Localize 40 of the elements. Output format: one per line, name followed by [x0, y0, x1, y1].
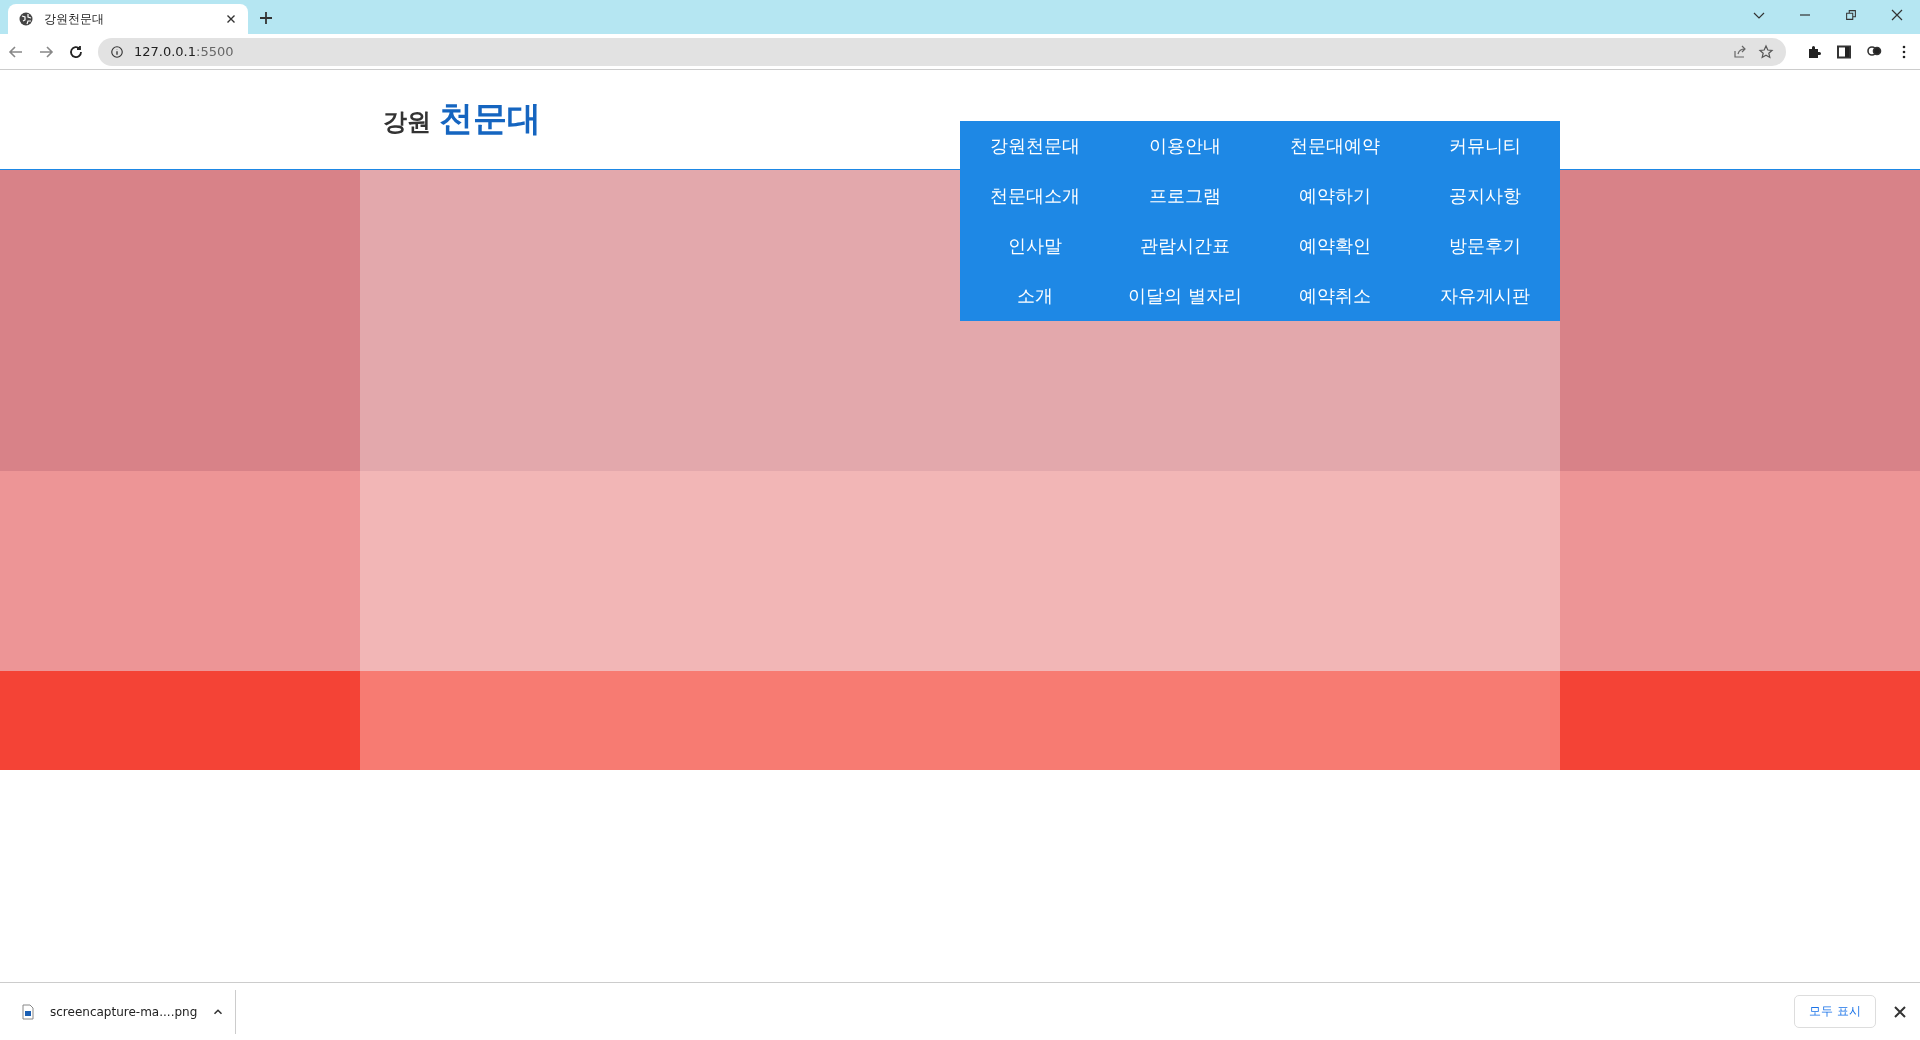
download-item[interactable]: screencapture-ma....png — [20, 1003, 235, 1020]
forward-arrow-icon[interactable] — [38, 43, 54, 60]
submenu-item[interactable]: 공지사항 — [1410, 171, 1560, 221]
new-tab-button[interactable] — [258, 10, 274, 26]
menu-item[interactable]: 강원천문대 — [960, 121, 1110, 171]
submenu-item[interactable]: 방문후기 — [1410, 221, 1560, 271]
close-download-bar-button[interactable] — [1892, 1003, 1908, 1020]
submenu-item[interactable]: 프로그램 — [1110, 171, 1260, 221]
menu-item[interactable]: 천문대예약 — [1260, 121, 1410, 171]
url-text: 127.0.0.1:5500 — [134, 44, 234, 59]
star-icon[interactable] — [1758, 43, 1774, 60]
image-file-icon — [20, 1003, 36, 1020]
menu-item[interactable]: 커뮤니티 — [1410, 121, 1560, 171]
share-icon[interactable] — [1732, 43, 1748, 60]
submenu-item[interactable]: 관람시간표 — [1110, 221, 1260, 271]
restore-icon[interactable] — [1844, 8, 1858, 22]
download-filename: screencapture-ma....png — [50, 1004, 198, 1019]
site-logo[interactable]: 강원 천문대 — [383, 96, 541, 142]
tab-title: 강원천문대 — [44, 10, 105, 28]
menu-item[interactable]: 이용안내 — [1110, 121, 1260, 171]
submenu-item[interactable]: 예약취소 — [1260, 271, 1410, 321]
globe-icon — [18, 11, 34, 27]
submenu-item[interactable]: 천문대소개 — [960, 171, 1110, 221]
close-icon[interactable] — [1889, 7, 1905, 23]
submenu-item[interactable]: 예약하기 — [1260, 171, 1410, 221]
submenu-item[interactable]: 이달의 별자리 — [1110, 271, 1260, 321]
reload-icon[interactable] — [68, 43, 84, 60]
sidebar-icon[interactable] — [1836, 43, 1852, 60]
close-icon — [1892, 1003, 1908, 1020]
submenu-item[interactable]: 자유게시판 — [1410, 271, 1560, 321]
submenu-item[interactable]: 인사말 — [960, 221, 1110, 271]
plus-icon — [258, 10, 274, 26]
puzzle-icon[interactable] — [1806, 43, 1822, 60]
back-arrow-icon[interactable] — [8, 43, 24, 60]
address-bar[interactable]: 127.0.0.1:5500 — [98, 37, 1786, 66]
submenu-item[interactable]: 소개 — [960, 271, 1110, 321]
info-icon — [110, 44, 124, 59]
browser-tab[interactable]: 강원천문대 — [8, 4, 248, 34]
submenu-item[interactable]: 예약확인 — [1260, 221, 1410, 271]
show-all-button[interactable]: 모두 표시 — [1794, 995, 1876, 1028]
